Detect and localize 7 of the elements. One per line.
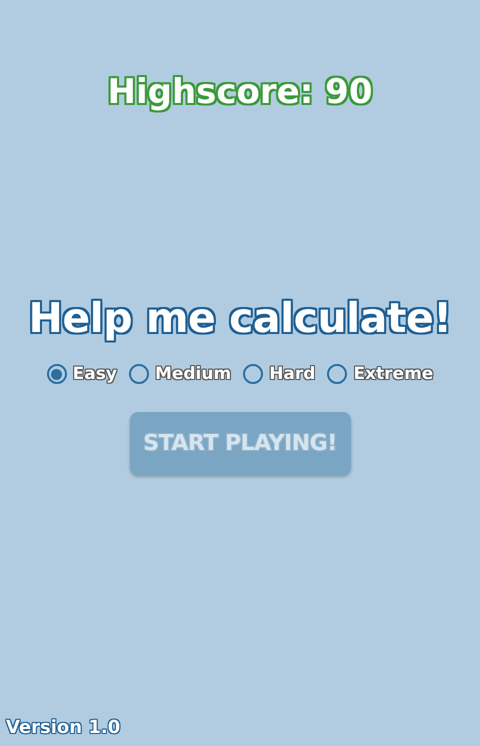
version-text: Version 1.0	[6, 717, 120, 738]
title-text: Help me calculate!	[28, 294, 452, 342]
difficulty-radio[interactable]: Hard	[243, 364, 316, 384]
highscore-text: Highscore: 90	[108, 72, 372, 112]
difficulty-radio[interactable]: Easy	[46, 364, 117, 384]
difficulty-radio[interactable]: Medium	[128, 364, 232, 384]
difficulty-radio[interactable]: Extreme	[327, 364, 434, 384]
